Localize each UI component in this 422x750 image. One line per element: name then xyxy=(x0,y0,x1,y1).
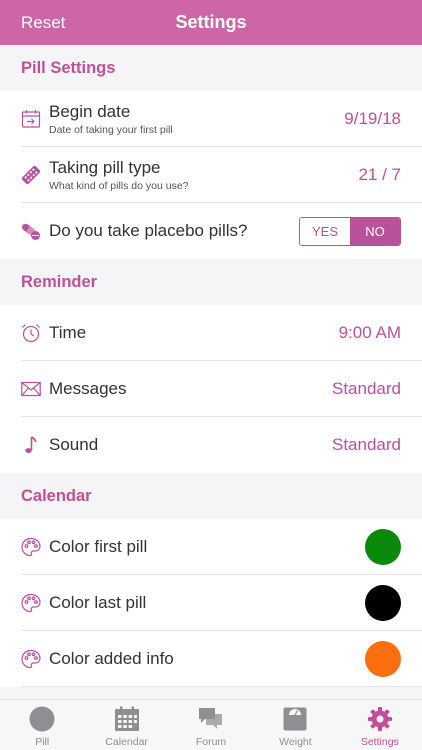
tab-calendar-label: Calendar xyxy=(105,736,148,748)
messages-row[interactable]: Messages Standard xyxy=(0,361,422,417)
tab-calendar[interactable]: Calendar xyxy=(84,700,168,750)
music-note-icon xyxy=(21,435,41,455)
messages-title: Messages xyxy=(49,379,127,398)
placebo-yes-button[interactable]: YES xyxy=(300,217,350,245)
color-last-pill-swatch[interactable] xyxy=(365,585,401,621)
palette-icon xyxy=(21,537,41,557)
tab-weight[interactable]: Weight xyxy=(253,700,337,750)
gear-icon xyxy=(367,706,393,732)
tab-forum-label: Forum xyxy=(195,736,227,748)
color-last-pill-row[interactable]: Color last pill xyxy=(0,575,422,631)
palette-icon xyxy=(21,593,41,613)
sound-row[interactable]: Sound Standard xyxy=(0,417,422,473)
placebo-no-button[interactable]: NO xyxy=(350,217,400,245)
begin-date-subtitle: Date of taking your first pill xyxy=(49,124,173,136)
pill-pack-icon xyxy=(21,165,41,185)
sound-title: Sound xyxy=(49,435,99,454)
tab-pill[interactable]: Pill xyxy=(0,700,84,750)
begin-date-title: Begin date xyxy=(49,102,131,121)
color-first-pill-row[interactable]: Color first pill xyxy=(0,519,422,575)
calendar-icon xyxy=(114,706,140,732)
calendar-arrow-icon xyxy=(21,109,41,129)
tab-weight-label: Weight xyxy=(279,736,312,748)
tab-settings-label: Settings xyxy=(360,736,399,748)
envelope-icon xyxy=(21,379,41,399)
color-first-pill-swatch[interactable] xyxy=(365,529,401,565)
section-header-reminder: Reminder xyxy=(0,259,422,305)
color-added-info-swatch[interactable] xyxy=(365,641,401,677)
chat-bubbles-icon xyxy=(198,706,224,732)
pill-type-value[interactable]: 21 / 7 xyxy=(358,165,401,185)
navigation-bar: Reset Settings xyxy=(0,0,422,45)
section-header-pill-settings: Pill Settings xyxy=(0,45,422,91)
placebo-toggle: YES NO xyxy=(299,216,401,246)
pill-type-subtitle: What kind of pills do you use? xyxy=(49,180,189,192)
tab-pill-label: Pill xyxy=(35,736,50,748)
color-added-info-row[interactable]: Color added info xyxy=(0,631,422,687)
pill-type-row[interactable]: Taking pill type What kind of pills do y… xyxy=(0,147,422,203)
begin-date-value[interactable]: 9/19/18 xyxy=(344,109,401,129)
time-value[interactable]: 9:00 AM xyxy=(339,323,401,343)
sound-value[interactable]: Standard xyxy=(332,435,401,455)
color-first-pill-title: Color first pill xyxy=(49,537,148,556)
tab-bar: Pill Calendar Forum Weight Settings xyxy=(0,699,422,750)
time-title: Time xyxy=(49,323,87,342)
tab-settings[interactable]: Settings xyxy=(338,700,422,750)
color-last-pill-title: Color last pill xyxy=(49,593,147,612)
color-added-info-title: Color added info xyxy=(49,649,174,668)
placebo-row: Do you take placebo pills? YES NO xyxy=(0,203,422,259)
section-header-calendar: Calendar xyxy=(0,473,422,519)
pill-type-title: Taking pill type xyxy=(49,158,161,177)
page-title: Settings xyxy=(175,12,247,32)
settings-list[interactable]: Pill Settings Begin date Date of taking … xyxy=(0,45,422,699)
begin-date-row[interactable]: Begin date Date of taking your first pil… xyxy=(0,91,422,147)
pills-icon xyxy=(21,221,41,241)
messages-value[interactable]: Standard xyxy=(332,379,401,399)
placebo-title: Do you take placebo pills? xyxy=(49,221,248,240)
scale-icon xyxy=(282,706,308,732)
time-row[interactable]: Time 9:00 AM xyxy=(0,305,422,361)
alarm-clock-icon xyxy=(21,323,41,343)
tab-forum[interactable]: Forum xyxy=(169,700,253,750)
pill-circle-icon xyxy=(29,706,55,732)
palette-icon xyxy=(21,649,41,669)
